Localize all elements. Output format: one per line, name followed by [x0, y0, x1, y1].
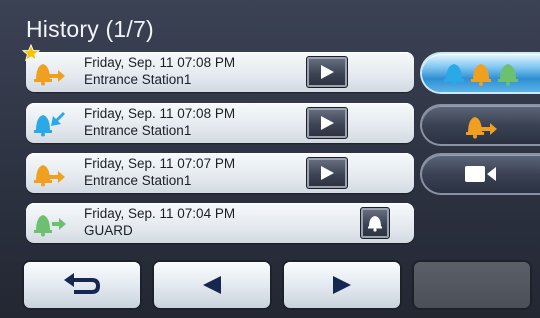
- history-source: Entrance Station1: [84, 72, 192, 87]
- history-item-2[interactable]: Friday, Sep. 11 07:08 PM Entrance Statio…: [26, 103, 414, 143]
- play-button[interactable]: [306, 107, 348, 139]
- triangle-left-icon: [203, 276, 221, 294]
- history-source: Entrance Station1: [84, 123, 192, 138]
- history-date: Friday, Sep. 11 07:08 PM: [84, 106, 236, 121]
- history-screen: History (1/7) Friday, Sep. 11 07:08 PM E…: [0, 0, 540, 318]
- play-icon: [321, 116, 334, 130]
- history-date: Friday, Sep. 11 07:04 PM: [84, 206, 236, 221]
- history-date: Friday, Sep. 11 07:07 PM: [84, 156, 236, 171]
- back-button[interactable]: [24, 262, 140, 308]
- page-title: History (1/7): [26, 16, 154, 42]
- play-icon: [321, 65, 334, 79]
- incoming-call-icon: [32, 109, 66, 137]
- three-bells-icon: [444, 64, 518, 86]
- history-date: Friday, Sep. 11 07:08 PM: [84, 55, 236, 70]
- video-camera-icon: [465, 166, 496, 182]
- history-item-3[interactable]: Friday, Sep. 11 07:07 PM Entrance Statio…: [26, 153, 414, 193]
- previous-button[interactable]: [154, 262, 270, 308]
- triangle-right-icon: [333, 276, 351, 294]
- play-icon: [321, 166, 334, 180]
- door-bell-icon: [466, 117, 497, 139]
- return-arrow-icon: [64, 273, 101, 294]
- history-source: GUARD: [84, 223, 133, 238]
- next-button[interactable]: [284, 262, 400, 308]
- history-item-4[interactable]: Friday, Sep. 11 07:04 PM GUARD: [26, 203, 414, 243]
- door-call-icon: [32, 159, 66, 187]
- door-call-icon: [32, 58, 66, 86]
- bell-button[interactable]: [360, 207, 390, 239]
- play-button[interactable]: [306, 56, 348, 88]
- guard-call-icon: [32, 209, 66, 237]
- filter-video-button[interactable]: [422, 155, 540, 193]
- bell-icon: [368, 216, 382, 232]
- filter-door-calls-button[interactable]: [422, 106, 540, 144]
- filter-all-calls-button[interactable]: [422, 54, 540, 92]
- blank-button: [414, 262, 530, 308]
- history-source: Entrance Station1: [84, 173, 192, 188]
- play-button[interactable]: [306, 157, 348, 189]
- history-item-1[interactable]: Friday, Sep. 11 07:08 PM Entrance Statio…: [21, 43, 414, 92]
